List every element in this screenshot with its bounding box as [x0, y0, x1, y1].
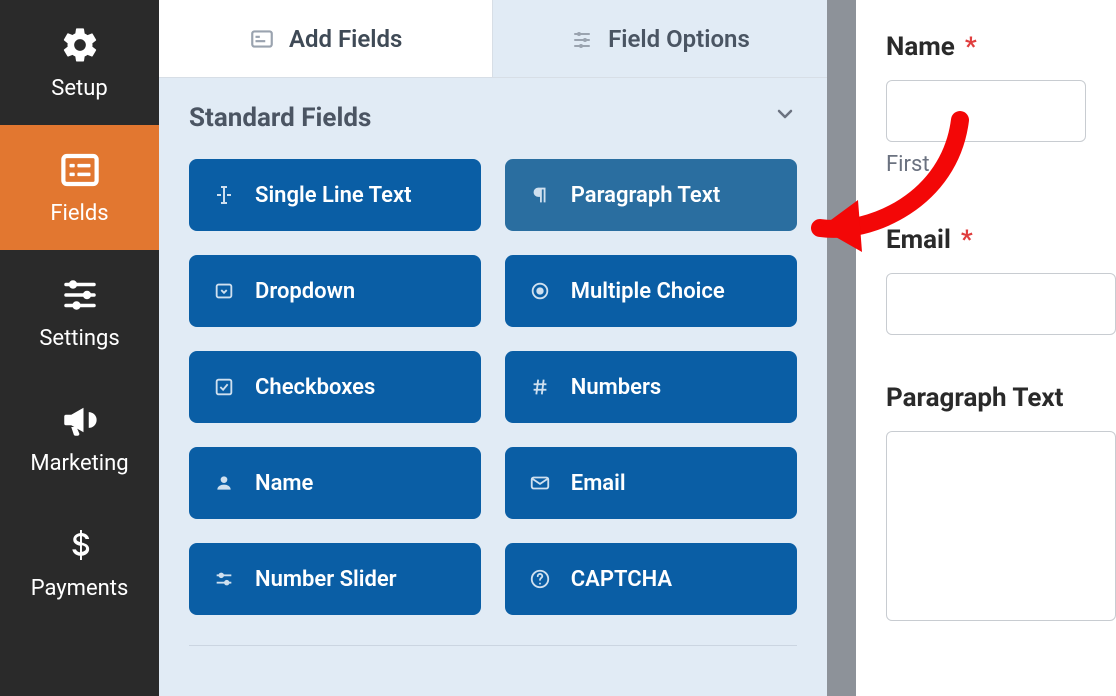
text-cursor-icon: [211, 182, 237, 208]
sidebar: Setup Fields Settings Marketing Payments: [0, 0, 159, 696]
field-name[interactable]: Name: [189, 447, 481, 519]
preview-name-label: Name *: [886, 32, 1116, 62]
label-text: Name: [886, 32, 955, 62]
sliders-icon: [59, 274, 101, 316]
form-icon: [249, 26, 275, 52]
field-label: Checkboxes: [255, 375, 375, 400]
sidebar-item-setup[interactable]: Setup: [0, 0, 159, 125]
field-label: Paragraph Text: [571, 183, 721, 208]
field-checkboxes[interactable]: Checkboxes: [189, 351, 481, 423]
checkbox-icon: [211, 374, 237, 400]
field-single-line-text[interactable]: Single Line Text: [189, 159, 481, 231]
sidebar-item-label: Marketing: [30, 451, 128, 476]
sliders-small-icon: [570, 27, 594, 51]
tab-field-options[interactable]: Field Options: [493, 0, 826, 77]
user-icon: [211, 470, 237, 496]
preview-paragraph-label: Paragraph Text: [886, 383, 1116, 413]
field-email[interactable]: Email: [505, 447, 797, 519]
question-icon: [527, 566, 553, 592]
paragraph-icon: [527, 182, 553, 208]
sidebar-item-label: Settings: [39, 326, 119, 351]
list-box-icon: [59, 149, 101, 191]
sliders-small2-icon: [211, 566, 237, 592]
field-label: Name: [255, 471, 313, 496]
preview-email-input[interactable]: [886, 273, 1116, 335]
field-label: Email: [571, 471, 626, 496]
form-preview: Name * First Email * Paragraph Text: [856, 0, 1116, 696]
dollar-icon: [59, 524, 101, 566]
field-label: CAPTCHA: [571, 567, 672, 592]
section-header-standard[interactable]: Standard Fields: [159, 78, 827, 149]
sidebar-item-label: Fields: [50, 201, 108, 226]
sidebar-item-payments[interactable]: Payments: [0, 500, 159, 625]
field-label: Numbers: [571, 375, 661, 400]
field-number-slider[interactable]: Number Slider: [189, 543, 481, 615]
megaphone-icon: [59, 399, 101, 441]
field-label: Single Line Text: [255, 183, 412, 208]
preview-name-block: Name * First: [886, 32, 1116, 177]
builder-tabs: Add Fields Field Options: [159, 0, 827, 78]
preview-email-block: Email *: [886, 225, 1116, 335]
preview-paragraph-textarea[interactable]: [886, 431, 1116, 621]
chevron-down-icon: [773, 102, 797, 133]
sidebar-item-marketing[interactable]: Marketing: [0, 375, 159, 500]
field-paragraph-text[interactable]: Paragraph Text: [505, 159, 797, 231]
section-divider: [189, 645, 797, 646]
preview-paragraph-block: Paragraph Text: [886, 383, 1116, 621]
preview-email-label: Email *: [886, 225, 1116, 255]
radio-icon: [527, 278, 553, 304]
sidebar-item-label: Setup: [51, 76, 107, 101]
preview-name-sublabel: First: [886, 152, 1116, 177]
field-grid: Single Line Text Paragraph Text Dropdown…: [159, 149, 827, 645]
label-text: Paragraph Text: [886, 383, 1063, 413]
required-asterisk: *: [961, 225, 973, 255]
panel-gutter: [827, 0, 856, 696]
field-dropdown[interactable]: Dropdown: [189, 255, 481, 327]
preview-name-first-input[interactable]: [886, 80, 1086, 142]
field-multiple-choice[interactable]: Multiple Choice: [505, 255, 797, 327]
sidebar-item-settings[interactable]: Settings: [0, 250, 159, 375]
hash-icon: [527, 374, 553, 400]
field-numbers[interactable]: Numbers: [505, 351, 797, 423]
sidebar-item-label: Payments: [31, 576, 129, 601]
builder-panel: Add Fields Field Options Standard Fields…: [159, 0, 827, 696]
tab-add-fields[interactable]: Add Fields: [159, 0, 493, 77]
field-captcha[interactable]: CAPTCHA: [505, 543, 797, 615]
field-label: Number Slider: [255, 567, 397, 592]
section-title: Standard Fields: [189, 103, 371, 133]
dropdown-icon: [211, 278, 237, 304]
field-label: Dropdown: [255, 279, 355, 304]
field-label: Multiple Choice: [571, 279, 725, 304]
tab-label: Add Fields: [289, 25, 402, 53]
tab-label: Field Options: [608, 25, 750, 53]
gear-icon: [59, 24, 101, 66]
envelope-icon: [527, 470, 553, 496]
label-text: Email: [886, 225, 951, 255]
required-asterisk: *: [965, 32, 977, 62]
sidebar-item-fields[interactable]: Fields: [0, 125, 159, 250]
